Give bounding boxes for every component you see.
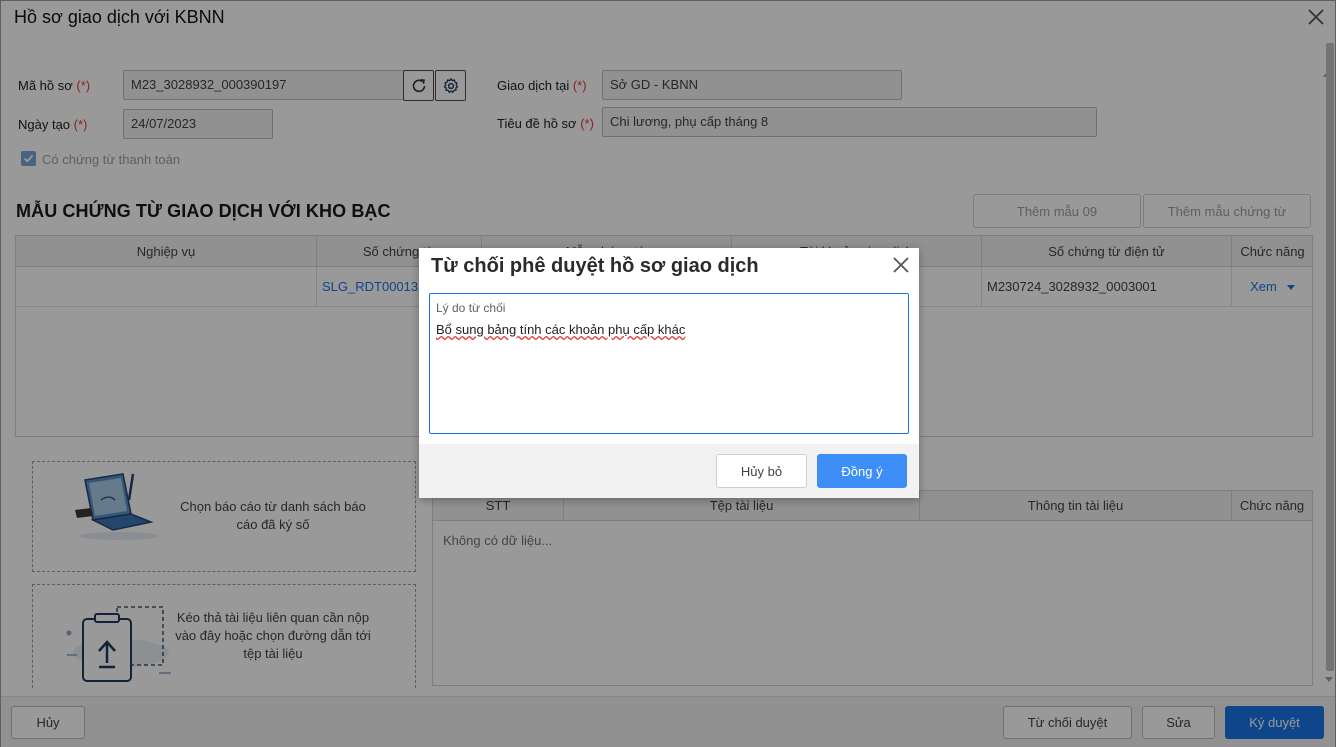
reject-reason-value[interactable]: Bổ sung bảng tính các khoản phụ cấp khác xyxy=(436,322,685,337)
reject-reason-label: Lý do từ chối xyxy=(436,301,506,315)
reject-reason-textarea[interactable]: Lý do từ chối Bổ sung bảng tính các khoả… xyxy=(429,293,909,434)
dialog-title: Từ chối phê duyệt hồ sơ giao dịch xyxy=(431,255,759,277)
dialog-footer: Hủy bỏ Đồng ý xyxy=(419,444,919,498)
close-icon[interactable] xyxy=(891,255,911,275)
reject-dialog: Từ chối phê duyệt hồ sơ giao dịch Lý do … xyxy=(419,248,919,498)
dialog-cancel-button[interactable]: Hủy bỏ xyxy=(716,454,807,488)
dialog-ok-button[interactable]: Đồng ý xyxy=(817,454,907,488)
